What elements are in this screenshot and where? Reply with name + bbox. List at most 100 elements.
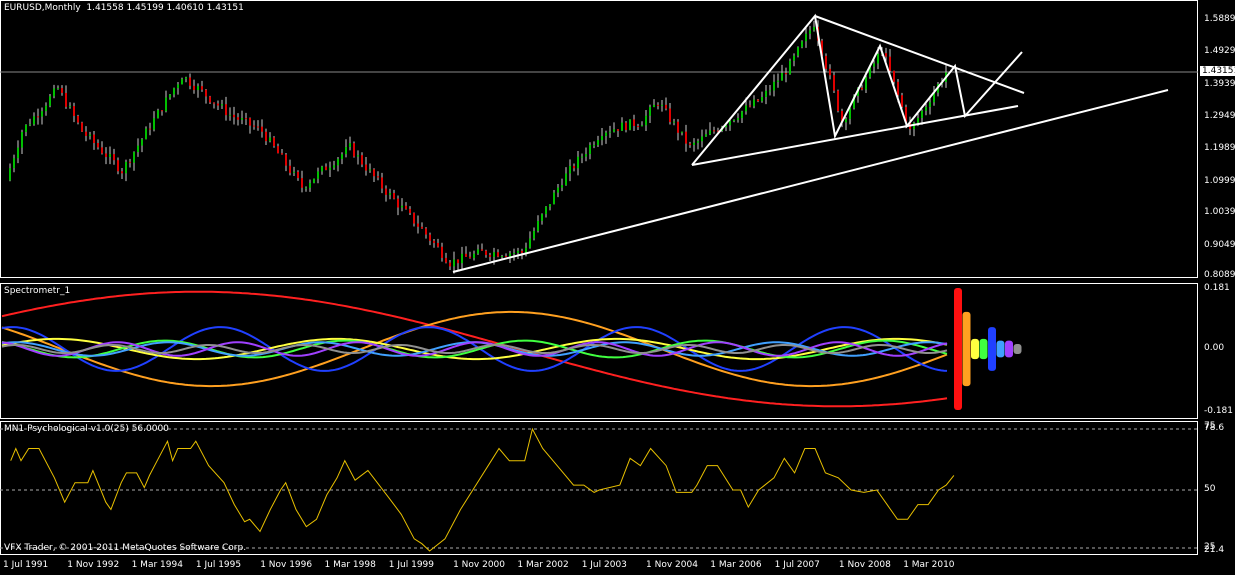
- candle-body: [13, 158, 15, 169]
- price-axis-label: 0.80890: [1204, 270, 1235, 280]
- candles: [9, 20, 947, 274]
- time-axis-label: 1 Mar 1994: [131, 560, 183, 570]
- candle-body: [889, 56, 891, 71]
- candle-body: [285, 154, 287, 166]
- candle-body: [281, 153, 283, 155]
- candle-body: [829, 68, 831, 76]
- candle-body: [689, 143, 691, 145]
- candle-body: [505, 256, 507, 258]
- candle-body: [57, 88, 59, 90]
- candle-body: [37, 116, 39, 118]
- candle-body: [729, 120, 731, 126]
- candle-body: [501, 256, 503, 258]
- candle-body: [701, 136, 703, 142]
- price-axis-label: 1.29490: [1204, 111, 1235, 121]
- candle-body: [125, 161, 127, 174]
- time-axis-label: 1 Mar 2010: [903, 560, 955, 570]
- candle-body: [357, 155, 359, 157]
- candle-body: [305, 187, 307, 189]
- candle-body: [613, 129, 615, 132]
- candle-body: [393, 193, 395, 199]
- candle-body: [77, 115, 79, 123]
- candle-body: [661, 104, 663, 106]
- candle-body: [297, 171, 299, 179]
- candle-body: [413, 212, 415, 224]
- candle-body: [189, 77, 191, 86]
- candle-body: [917, 117, 919, 123]
- candle-body: [529, 238, 531, 248]
- candle-body: [105, 153, 107, 158]
- candle-body: [485, 250, 487, 256]
- candle-body: [549, 204, 551, 207]
- candle-body: [33, 116, 35, 125]
- candle-body: [109, 154, 111, 158]
- candle-body: [709, 130, 711, 135]
- candle-body: [641, 125, 643, 127]
- candle-body: [493, 252, 495, 257]
- candle-body: [733, 119, 735, 121]
- candle-body: [525, 247, 527, 253]
- candle-body: [617, 129, 619, 131]
- candle-body: [65, 92, 67, 107]
- candle-body: [313, 178, 315, 183]
- candle-body: [805, 33, 807, 42]
- candle-body: [309, 182, 311, 188]
- chart-canvas[interactable]: [0, 0, 1235, 575]
- zigzag: [691, 13, 1023, 166]
- candle-body: [441, 246, 443, 258]
- spectrometer-axis-label: 0.181: [1204, 283, 1230, 293]
- candle-body: [557, 187, 559, 193]
- candle-body: [845, 118, 847, 123]
- candle-body: [201, 86, 203, 90]
- candle-body: [225, 104, 227, 116]
- candle-body: [73, 106, 75, 116]
- candle-body: [277, 146, 279, 154]
- time-axis-label: 1 Nov 2004: [646, 560, 698, 570]
- candle-body: [581, 156, 583, 158]
- candle-body: [81, 122, 83, 132]
- candle-body: [877, 53, 879, 64]
- candle-body: [381, 177, 383, 189]
- candle-body: [153, 118, 155, 130]
- candle-body: [605, 132, 607, 137]
- candle-body: [801, 41, 803, 48]
- candle-body: [753, 99, 755, 107]
- candle-body: [45, 105, 47, 112]
- candle-body: [41, 111, 43, 117]
- candle-body: [385, 188, 387, 195]
- price-axis-label: 1.19890: [1204, 143, 1235, 153]
- candle-body: [129, 161, 131, 163]
- candle-body: [269, 137, 271, 142]
- price-axis-label: 1.09990: [1204, 176, 1235, 186]
- candle-body: [813, 26, 815, 31]
- candle-body: [901, 95, 903, 108]
- candle-body: [289, 165, 291, 173]
- candle-body: [585, 154, 587, 157]
- spectrum-bar: [971, 338, 979, 360]
- candle-body: [565, 173, 567, 186]
- candle-body: [517, 250, 519, 253]
- candle-body: [261, 126, 263, 132]
- candle-body: [553, 192, 555, 205]
- candle-body: [233, 114, 235, 118]
- candle-body: [29, 124, 31, 126]
- candle-body: [561, 185, 563, 188]
- candle-body: [669, 108, 671, 123]
- candle-body: [373, 169, 375, 177]
- candle-body: [761, 97, 763, 102]
- spectrum-bar: [988, 327, 996, 371]
- candle-body: [777, 80, 779, 82]
- candle-body: [337, 158, 339, 166]
- candle-body: [673, 121, 675, 123]
- candle-body: [141, 139, 143, 146]
- candle-body: [785, 72, 787, 75]
- trendlines: [452, 13, 1169, 273]
- candle-body: [765, 90, 767, 98]
- candle-body: [209, 96, 211, 103]
- candle-body: [545, 206, 547, 215]
- candle-body: [133, 152, 135, 163]
- spectrum-bar: [979, 338, 988, 360]
- candle-body: [897, 81, 899, 96]
- candle-body: [353, 143, 355, 157]
- candle-body: [653, 104, 655, 108]
